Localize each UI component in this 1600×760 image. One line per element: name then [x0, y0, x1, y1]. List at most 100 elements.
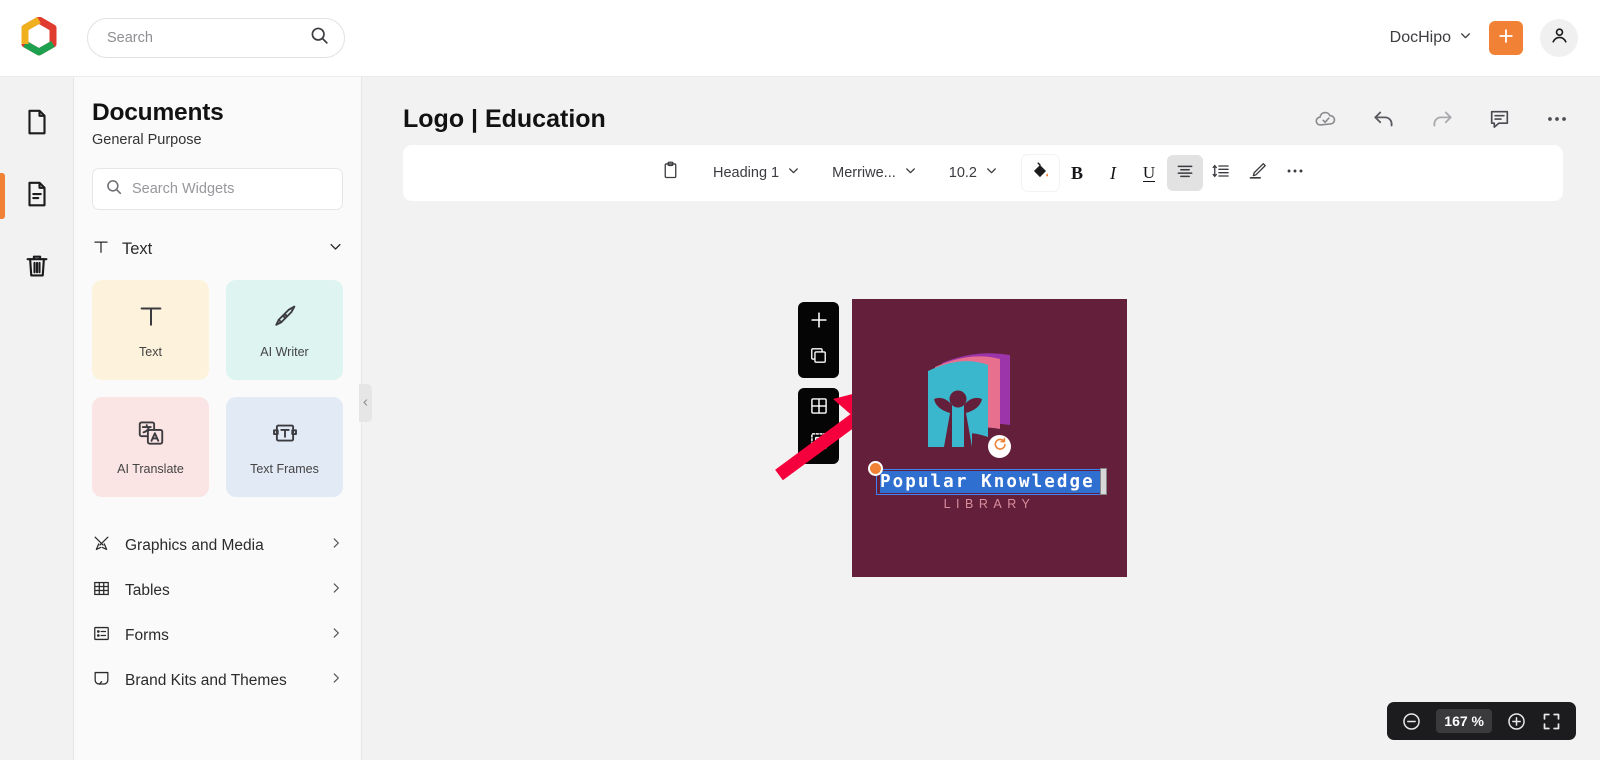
add-element-button[interactable]: [805, 309, 832, 336]
create-new-button[interactable]: [1489, 21, 1523, 55]
paragraph-style-select[interactable]: Heading 1: [705, 155, 808, 191]
document-actions: [1313, 106, 1570, 132]
fit-to-screen-button[interactable]: [1541, 711, 1562, 732]
format-more-button[interactable]: [1276, 155, 1314, 191]
underline-icon: U: [1142, 162, 1156, 182]
widget-card-grid: Text AI Writer AI Translate Text Frames: [92, 280, 343, 497]
cloud-check-icon[interactable]: [1313, 106, 1339, 132]
brand-subtitle-text: LIBRARY: [943, 497, 1036, 511]
zoom-controls: 167 %: [1387, 702, 1576, 740]
canvas-area[interactable]: Popular Knowledge LIBRARY: [362, 207, 1600, 760]
zoom-level-value[interactable]: 167 %: [1436, 709, 1492, 733]
redo-arrow-icon[interactable]: [1429, 106, 1455, 132]
text-frame-icon: [270, 418, 300, 453]
widget-card-label: AI Translate: [117, 462, 184, 476]
zoom-in-button[interactable]: [1506, 711, 1527, 732]
widget-card-text[interactable]: Text: [92, 280, 209, 380]
sidebar-item-graphics-and-media[interactable]: Graphics and Media: [92, 523, 343, 568]
underline-button[interactable]: U: [1131, 155, 1167, 191]
workspace-selector[interactable]: DocHipo: [1390, 29, 1472, 47]
account-button[interactable]: [1540, 19, 1578, 57]
artboard[interactable]: Popular Knowledge LIBRARY: [852, 299, 1127, 577]
paragraph-style-label: Heading 1: [713, 165, 780, 181]
sidebar-item-brand-kits-and-themes[interactable]: Brand Kits and Themes: [92, 658, 343, 703]
plus-icon: [1496, 26, 1516, 51]
app-root: DocHipo: [0, 0, 1600, 760]
form-icon: [92, 624, 111, 648]
float-tool-group-1: [798, 302, 839, 378]
chevron-down-icon: [985, 164, 998, 182]
dochipo-logo-icon[interactable]: [16, 15, 62, 61]
widget-card-label: Text Frames: [250, 462, 319, 476]
search-icon: [309, 25, 330, 51]
page-icon: [22, 107, 52, 142]
brand-name-textbox[interactable]: Popular Knowledge: [868, 461, 1107, 495]
zoom-out-button[interactable]: [1401, 711, 1422, 732]
chevron-right-icon: [329, 581, 343, 600]
global-search[interactable]: [87, 18, 345, 58]
ellipsis-icon[interactable]: [1544, 106, 1570, 132]
section-label: Text: [122, 239, 153, 258]
brand-kit-icon: [92, 669, 111, 693]
rotate-handle[interactable]: [988, 435, 1011, 458]
font-family-label: Merriwe...: [832, 165, 896, 181]
search-icon: [105, 178, 123, 201]
duplicate-button[interactable]: [805, 344, 832, 371]
search-widgets-input[interactable]: [132, 181, 330, 197]
font-family-select[interactable]: Merriwe...: [824, 155, 925, 191]
chevron-right-icon: [329, 626, 343, 645]
section-header-text[interactable]: Text: [92, 232, 343, 266]
fill-color-button[interactable]: [1022, 155, 1059, 191]
crop-select-button[interactable]: [805, 430, 832, 457]
rail-item-trash[interactable]: [0, 237, 74, 299]
widget-card-text-frames[interactable]: Text Frames: [226, 397, 343, 497]
topbar-right-group: DocHipo: [1390, 19, 1600, 57]
selection-outline: [876, 469, 1105, 495]
sidebar-item-label: Forms: [125, 626, 169, 644]
align-center-icon: [1175, 161, 1195, 186]
italic-icon: I: [1110, 162, 1116, 183]
sidebar-item-label: Tables: [125, 581, 170, 599]
clipboard-button[interactable]: [652, 155, 689, 191]
italic-button[interactable]: I: [1095, 155, 1131, 191]
chevron-left-icon: [361, 394, 370, 412]
widget-card-label: Text: [139, 345, 162, 359]
highlighter-pen-icon: [1247, 160, 1268, 186]
chevron-down-icon[interactable]: [328, 239, 343, 259]
highlighter-button[interactable]: [1239, 155, 1276, 191]
page-title: Logo | Education: [403, 104, 606, 133]
panel-title: Documents: [92, 99, 224, 126]
line-spacing-button[interactable]: [1203, 155, 1239, 191]
font-size-select[interactable]: 10.2: [941, 155, 1006, 191]
grid-icon: [809, 396, 829, 421]
bold-button[interactable]: B: [1059, 155, 1095, 191]
layout-grid-button[interactable]: [805, 395, 832, 422]
trash-icon: [22, 251, 52, 286]
rail-item-pages[interactable]: [0, 165, 74, 227]
search-input[interactable]: [107, 30, 309, 46]
chevron-down-icon: [904, 164, 917, 182]
undo-arrow-icon[interactable]: [1371, 106, 1397, 132]
translate-icon: [136, 418, 166, 453]
text-caret: [1100, 468, 1107, 495]
sidebar-item-tables[interactable]: Tables: [92, 568, 343, 613]
panel-collapse-handle[interactable]: [359, 384, 372, 422]
resize-handle[interactable]: [868, 461, 883, 476]
plus-icon: [808, 309, 830, 336]
element-float-toolbar: [798, 302, 839, 464]
chevron-right-icon: [329, 536, 343, 555]
widget-card-label: AI Writer: [260, 345, 309, 359]
sidebar-item-forms[interactable]: Forms: [92, 613, 343, 658]
left-rail: [0, 77, 74, 760]
widget-card-ai-writer[interactable]: AI Writer: [226, 280, 343, 380]
bold-icon: B: [1070, 162, 1083, 183]
ellipsis-icon: [1284, 160, 1306, 187]
user-avatar-icon: [1549, 25, 1570, 51]
rail-item-documents[interactable]: [0, 93, 74, 155]
widget-search[interactable]: [92, 168, 343, 210]
line-spacing-icon: [1211, 161, 1231, 186]
align-button[interactable]: [1167, 155, 1203, 191]
widget-card-ai-translate[interactable]: AI Translate: [92, 397, 209, 497]
crop-select-icon: [809, 431, 829, 456]
comment-icon[interactable]: [1487, 107, 1512, 132]
